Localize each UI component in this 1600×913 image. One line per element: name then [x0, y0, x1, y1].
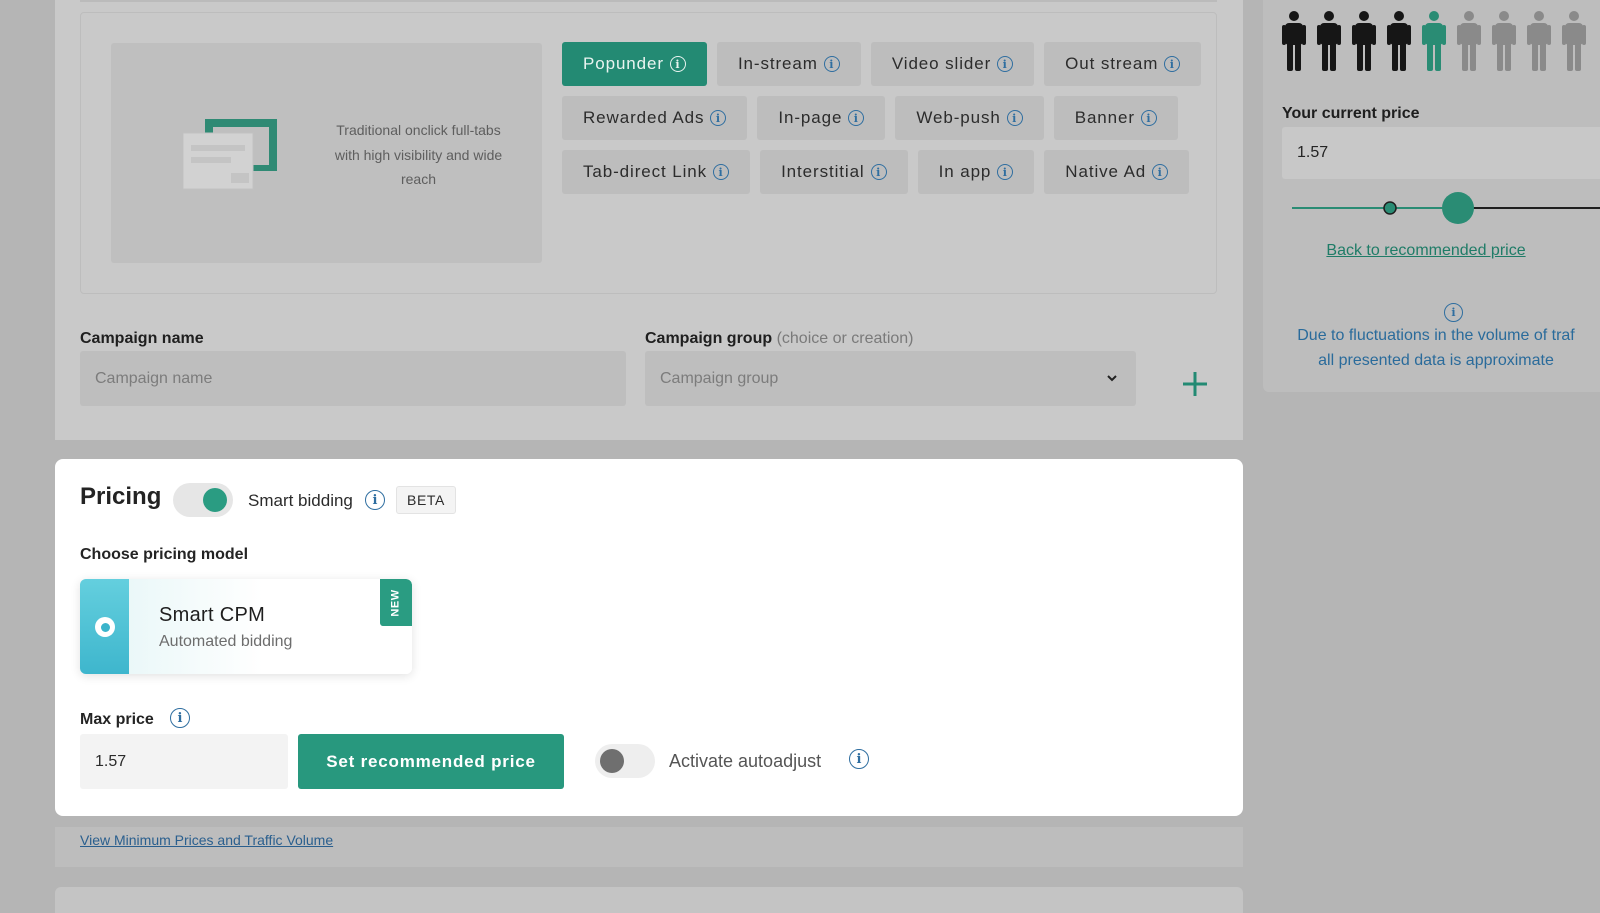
- format-tag-in-app[interactable]: In app i: [917, 150, 1035, 194]
- pricing-title: Pricing: [80, 483, 162, 510]
- campaign-name-placeholder: Campaign name: [95, 369, 213, 387]
- person-icon: [1352, 11, 1376, 71]
- info-icon[interactable]: i: [1164, 56, 1181, 72]
- format-selector-box: Traditional onclick full-tabs with high …: [80, 12, 1217, 294]
- format-preview: Traditional onclick full-tabs with high …: [111, 43, 542, 263]
- format-tag-web-push[interactable]: Web-push i: [895, 96, 1044, 140]
- campaign-name-label: Campaign name: [80, 330, 204, 347]
- person-icon: [1457, 11, 1481, 71]
- max-price-label: Max price: [80, 711, 154, 728]
- current-price-value: 1.57: [1297, 144, 1329, 161]
- max-price-input[interactable]: 1.57: [80, 734, 288, 789]
- min-prices-link[interactable]: View Minimum Prices and Traffic Volume: [80, 832, 333, 848]
- model-option-strip: [80, 579, 129, 674]
- person-icon: [1387, 11, 1411, 71]
- campaign-group-label: Campaign group (choice or creation): [645, 330, 914, 347]
- person-icon: [1422, 11, 1446, 71]
- info-icon: i: [1444, 303, 1463, 322]
- format-tag-tab-direct-link[interactable]: Tab-direct Link i: [562, 150, 751, 194]
- divider: [80, 0, 1217, 2]
- format-tag-label: Out stream: [1065, 54, 1159, 73]
- person-icon: [1527, 11, 1551, 71]
- format-tag-label: Popunder: [583, 54, 664, 73]
- current-price-input[interactable]: 1.57: [1282, 127, 1600, 179]
- format-tag-interstitial[interactable]: Interstitial i: [760, 150, 908, 194]
- smart-bidding-label: Smart bidding: [248, 491, 353, 510]
- toggle-knob: [203, 488, 227, 512]
- recommended-price-marker: [1383, 201, 1397, 215]
- smart-bidding-toggle[interactable]: [173, 483, 233, 517]
- autoadjust-toggle[interactable]: [595, 744, 655, 778]
- format-tag-rewarded-ads[interactable]: Rewarded Ads i: [562, 96, 748, 140]
- format-tag-in-stream[interactable]: In-stream i: [716, 42, 861, 86]
- current-price-label: Your current price: [1282, 105, 1420, 122]
- format-description: Traditional onclick full-tabs with high …: [334, 122, 503, 187]
- person-icon: [1562, 11, 1586, 71]
- toggle-knob: [600, 749, 624, 773]
- format-tag-popunder[interactable]: Popunder i: [562, 42, 707, 86]
- info-icon[interactable]: i: [669, 56, 686, 72]
- beta-badge: BETA: [396, 486, 456, 514]
- pricing-model-option-smart-cpm[interactable]: Smart CPM Automated bidding NEW: [80, 579, 412, 674]
- format-tag-label: Native Ad: [1065, 162, 1147, 181]
- autoadjust-info-icon[interactable]: i: [849, 749, 869, 769]
- format-tag-label: Web-push: [916, 108, 1001, 127]
- pricing-card: Pricing Smart bidding i BETA Choose pric…: [55, 459, 1243, 816]
- person-icon: [1282, 11, 1306, 71]
- smart-bidding-info-icon[interactable]: i: [365, 490, 385, 510]
- person-icon: [1492, 11, 1516, 71]
- campaign-group-placeholder: Campaign group: [660, 369, 779, 387]
- model-subtitle: Automated bidding: [159, 633, 293, 650]
- max-price-value: 1.57: [95, 752, 127, 770]
- info-icon[interactable]: i: [713, 164, 730, 180]
- format-tag-label: In app: [938, 162, 992, 181]
- slider-handle: [1442, 192, 1474, 224]
- info-icon[interactable]: i: [823, 56, 840, 72]
- format-tag-out-stream[interactable]: Out stream i: [1044, 42, 1202, 86]
- chevron-down-icon: [1107, 375, 1117, 382]
- info-icon[interactable]: i: [997, 56, 1014, 72]
- format-tag-label: Banner: [1074, 108, 1135, 127]
- info-icon[interactable]: i: [870, 164, 887, 180]
- model-radio[interactable]: [95, 617, 115, 637]
- info-icon[interactable]: i: [1140, 110, 1157, 126]
- traffic-estimate-panel: Your current price 1.57 Back to recommen…: [1263, 0, 1600, 392]
- format-tag-label: Tab-direct Link: [583, 162, 708, 181]
- campaign-group-select[interactable]: Campaign group: [645, 351, 1136, 406]
- format-tag-label: In-stream: [737, 54, 818, 73]
- info-icon[interactable]: i: [997, 164, 1014, 180]
- person-icon: [1317, 11, 1341, 71]
- campaign-name-input[interactable]: Campaign name: [80, 351, 626, 406]
- format-tag-video-slider[interactable]: Video slider i: [870, 42, 1035, 86]
- info-icon[interactable]: i: [1152, 164, 1169, 180]
- add-group-button[interactable]: [1181, 370, 1209, 398]
- autoadjust-label: Activate autoadjust: [669, 751, 822, 771]
- format-tag-label: Rewarded Ads: [583, 108, 705, 127]
- max-price-info-icon[interactable]: i: [170, 708, 190, 728]
- new-badge: NEW: [380, 579, 412, 626]
- audience-people-scale: [1281, 10, 1587, 72]
- format-tags: Popunder i In-stream i Video slider i Out stre…: [562, 42, 1202, 194]
- format-tag-label: Interstitial: [781, 162, 865, 181]
- back-to-recommended-link[interactable]: Back to recommended price: [1263, 242, 1589, 260]
- format-tag-label: In-page: [778, 108, 843, 127]
- approximate-data-note: Due to fluctuations in the volume of tra…: [1297, 327, 1575, 369]
- info-icon[interactable]: i: [848, 110, 865, 126]
- campaign-format-card: Traditional onclick full-tabs with high …: [55, 0, 1243, 440]
- format-tag-label: Video slider: [891, 54, 992, 73]
- format-tag-banner[interactable]: Banner i: [1053, 96, 1178, 140]
- format-tag-native-ad[interactable]: Native Ad i: [1044, 150, 1190, 194]
- popunder-illustration-icon: [183, 119, 277, 190]
- set-recommended-price-button[interactable]: Set recommended price: [298, 734, 564, 789]
- next-section-card: [55, 887, 1243, 913]
- format-tag-in-page[interactable]: In-page i: [757, 96, 886, 140]
- info-icon[interactable]: i: [1006, 110, 1023, 126]
- info-icon[interactable]: i: [710, 110, 727, 126]
- pricing-model-label: Choose pricing model: [80, 546, 249, 563]
- price-slider[interactable]: [1292, 190, 1600, 226]
- model-name: Smart CPM: [159, 604, 266, 626]
